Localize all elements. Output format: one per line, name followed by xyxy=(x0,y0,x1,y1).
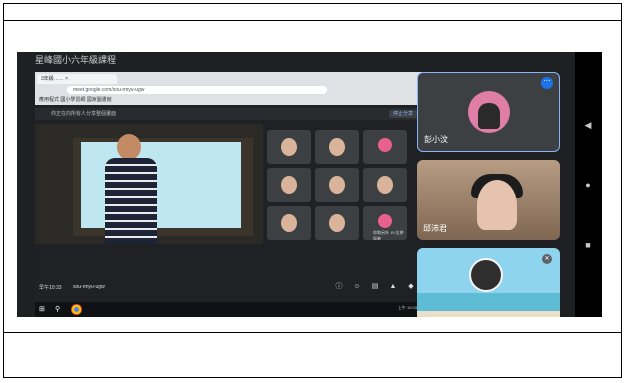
participant-card[interactable]: 邱沛君 xyxy=(417,160,560,240)
participant-avatar xyxy=(468,91,510,133)
participant-tile[interactable] xyxy=(315,130,359,164)
participant-face xyxy=(377,176,393,194)
recents-icon[interactable]: ■ xyxy=(581,238,595,252)
participant-card[interactable]: ⋯ 彭小汶 xyxy=(417,72,560,152)
shared-screen: 3年級…… × meet.google.com/sou-rmyu-ugw 應用程… xyxy=(35,72,425,317)
stop-presenting-button[interactable]: 停止分享 xyxy=(388,110,417,118)
participant-tile[interactable] xyxy=(363,130,407,164)
chat-icon[interactable]: ▤ xyxy=(371,283,379,291)
info-icon[interactable]: ⓘ xyxy=(335,283,343,291)
browser-tab[interactable]: 3年級…… × xyxy=(37,74,117,84)
participant-tile[interactable] xyxy=(267,130,311,164)
teacher-head xyxy=(117,134,141,160)
participant-face xyxy=(329,138,345,156)
search-icon[interactable]: ⚲ xyxy=(55,305,60,314)
obs-logo xyxy=(469,258,503,292)
participant-face xyxy=(329,214,345,232)
participant-face xyxy=(281,214,297,232)
participant-tile[interactable] xyxy=(315,206,359,240)
presenting-banner: 你正在向所有人分享整個畫面 停止分享 xyxy=(35,108,425,120)
windows-taskbar: ⊞ ⚲ 上午 10:33 xyxy=(35,302,425,317)
meet-screenshot: 星峰國小六年級課程 3年級…… × meet.google.com/sou-rm… xyxy=(17,52,602,317)
address-bar[interactable]: meet.google.com/sou-rmyu-ugw xyxy=(67,86,327,94)
top-divider xyxy=(3,20,622,21)
chrome-icon[interactable] xyxy=(71,304,82,315)
android-nav-bar: ◀ ● ■ xyxy=(575,52,602,317)
participant-avatar xyxy=(378,138,392,152)
participant-face xyxy=(477,180,517,230)
participant-face xyxy=(281,138,297,156)
more-icon[interactable]: ⋯ xyxy=(541,77,553,89)
home-icon[interactable]: ● xyxy=(581,178,595,192)
teacher-shirt xyxy=(105,158,157,244)
participant-face xyxy=(329,176,345,194)
participants-panel: ⋯ 彭小汶 邱沛君 ✕ xyxy=(417,72,562,317)
browser-toolbar: 3年級…… × meet.google.com/sou-rmyu-ugw 應用程… xyxy=(35,72,425,105)
participant-tile[interactable] xyxy=(267,168,311,202)
people-icon[interactable]: ☺ xyxy=(353,283,361,291)
tile-label: 你和另外 15 位參與者 xyxy=(373,230,404,240)
participant-tile[interactable] xyxy=(267,206,311,240)
participant-avatar xyxy=(378,214,392,228)
meeting-code: sou-rmyu-ugw xyxy=(73,284,105,290)
participant-card[interactable]: ✕ xyxy=(417,248,560,317)
meeting-time: 早午10:33 xyxy=(39,285,62,291)
meet-bottom-bar: 早午10:33 sou-rmyu-ugw ⓘ ☺ ▤ ▲ ◆ xyxy=(35,278,425,302)
bottom-divider xyxy=(3,332,622,333)
presenting-text: 你正在向所有人分享整個畫面 xyxy=(51,111,117,117)
teacher-figure xyxy=(105,134,157,244)
participant-name: 彭小汶 xyxy=(424,135,448,144)
participant-name: 邱沛君 xyxy=(423,224,447,233)
participant-tile[interactable]: 你和另外 15 位參與者 xyxy=(363,206,407,240)
lock-icon[interactable]: ◆ xyxy=(407,283,415,291)
participant-tile[interactable] xyxy=(315,168,359,202)
back-icon[interactable]: ◀ xyxy=(581,118,595,132)
meeting-title: 星峰國小六年級課程 xyxy=(35,55,117,65)
windows-start-icon[interactable]: ⊞ xyxy=(39,305,48,314)
mic-off-icon: ✕ xyxy=(542,254,552,264)
taskbar-clock: 上午 10:33 xyxy=(397,305,417,310)
participant-face xyxy=(281,176,297,194)
activities-icon[interactable]: ▲ xyxy=(389,283,397,291)
bookmarks-bar[interactable]: 應用程式 國小學習網 國家圖書館 xyxy=(39,96,112,103)
participant-tile[interactable] xyxy=(363,168,407,202)
classroom-video xyxy=(35,124,263,244)
